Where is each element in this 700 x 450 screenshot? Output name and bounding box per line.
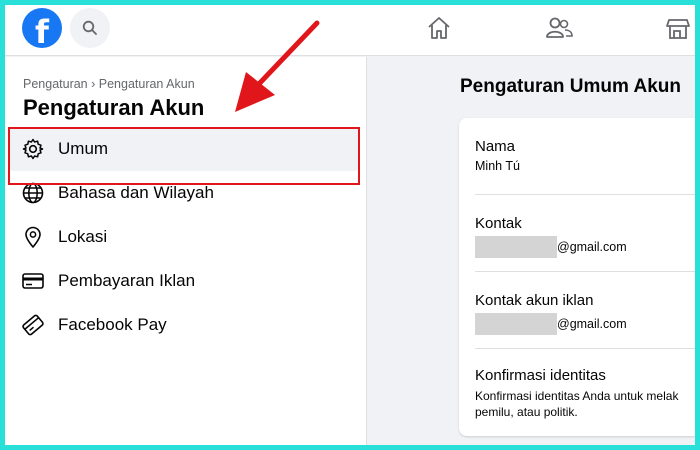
general-settings-card: Nama Minh Tú Kontak @gmail.com Kontak ak… bbox=[459, 118, 700, 436]
top-navigation-bar: f bbox=[0, 0, 700, 56]
sidebar-item-bahasa-dan-wilayah[interactable]: Bahasa dan Wilayah bbox=[8, 171, 360, 215]
gear-icon bbox=[20, 136, 46, 162]
redacted-block bbox=[475, 236, 557, 258]
sidebar-item-lokasi[interactable]: Lokasi bbox=[8, 215, 360, 259]
row-value: @gmail.com bbox=[557, 240, 627, 254]
row-value-container: @gmail.com bbox=[475, 313, 700, 335]
friends-icon bbox=[546, 17, 573, 38]
annotation-arrow bbox=[235, 20, 320, 112]
settings-row-konfirmasi-identitas[interactable]: Konfirmasi identitas Konfirmasi identita… bbox=[475, 349, 700, 436]
sidebar-item-label: Bahasa dan Wilayah bbox=[58, 183, 214, 202]
location-pin-icon bbox=[20, 224, 46, 250]
row-description-line: Konfirmasi identitas Anda untuk melak bbox=[475, 389, 679, 403]
facebook-logo[interactable]: f bbox=[22, 8, 62, 48]
sidebar-item-umum[interactable]: Umum bbox=[8, 127, 360, 171]
search-button[interactable] bbox=[70, 8, 110, 48]
row-label: Konfirmasi identitas bbox=[475, 367, 606, 384]
row-value: @gmail.com bbox=[557, 317, 627, 331]
sidebar-item-label: Lokasi bbox=[58, 227, 108, 246]
sidebar-item-label: Umum bbox=[58, 139, 109, 158]
nav-friends-button[interactable] bbox=[543, 12, 575, 44]
row-value: Minh Tú bbox=[475, 159, 520, 173]
nav-marketplace-button[interactable] bbox=[662, 12, 694, 44]
settings-row-kontak[interactable]: Kontak @gmail.com bbox=[475, 195, 700, 272]
payment-card-icon bbox=[20, 312, 46, 338]
settings-row-nama[interactable]: Nama Minh Tú bbox=[475, 138, 700, 195]
redacted-block bbox=[475, 313, 557, 335]
search-icon bbox=[82, 20, 97, 35]
nav-home-button[interactable] bbox=[423, 12, 455, 44]
sidebar-item-label: Facebook Pay bbox=[58, 315, 167, 334]
row-label: Kontak akun iklan bbox=[475, 292, 594, 309]
sidebar-item-label: Pembayaran Iklan bbox=[58, 271, 196, 290]
row-description-line: pemilu, atau politik. bbox=[475, 405, 578, 419]
sidebar-title: Pengaturan Akun bbox=[23, 95, 205, 120]
marketplace-icon bbox=[666, 19, 690, 39]
breadcrumb[interactable]: Pengaturan › Pengaturan Akun bbox=[23, 77, 195, 91]
row-label: Kontak bbox=[475, 215, 522, 232]
settings-menu: Umum Bahasa dan Wilayah Lokasi Pembayara… bbox=[8, 127, 360, 347]
sidebar-item-facebook-pay[interactable]: Facebook Pay bbox=[8, 303, 360, 347]
row-label: Nama bbox=[475, 138, 516, 155]
credit-card-icon bbox=[20, 268, 46, 294]
globe-icon bbox=[20, 180, 46, 206]
sidebar-item-pembayaran-iklan[interactable]: Pembayaran Iklan bbox=[8, 259, 360, 303]
row-value-container: @gmail.com bbox=[475, 236, 700, 258]
page-title: Pengaturan Umum Akun bbox=[460, 76, 681, 97]
home-icon bbox=[428, 17, 450, 39]
settings-row-kontak-akun-iklan[interactable]: Kontak akun iklan @gmail.com bbox=[475, 272, 700, 349]
